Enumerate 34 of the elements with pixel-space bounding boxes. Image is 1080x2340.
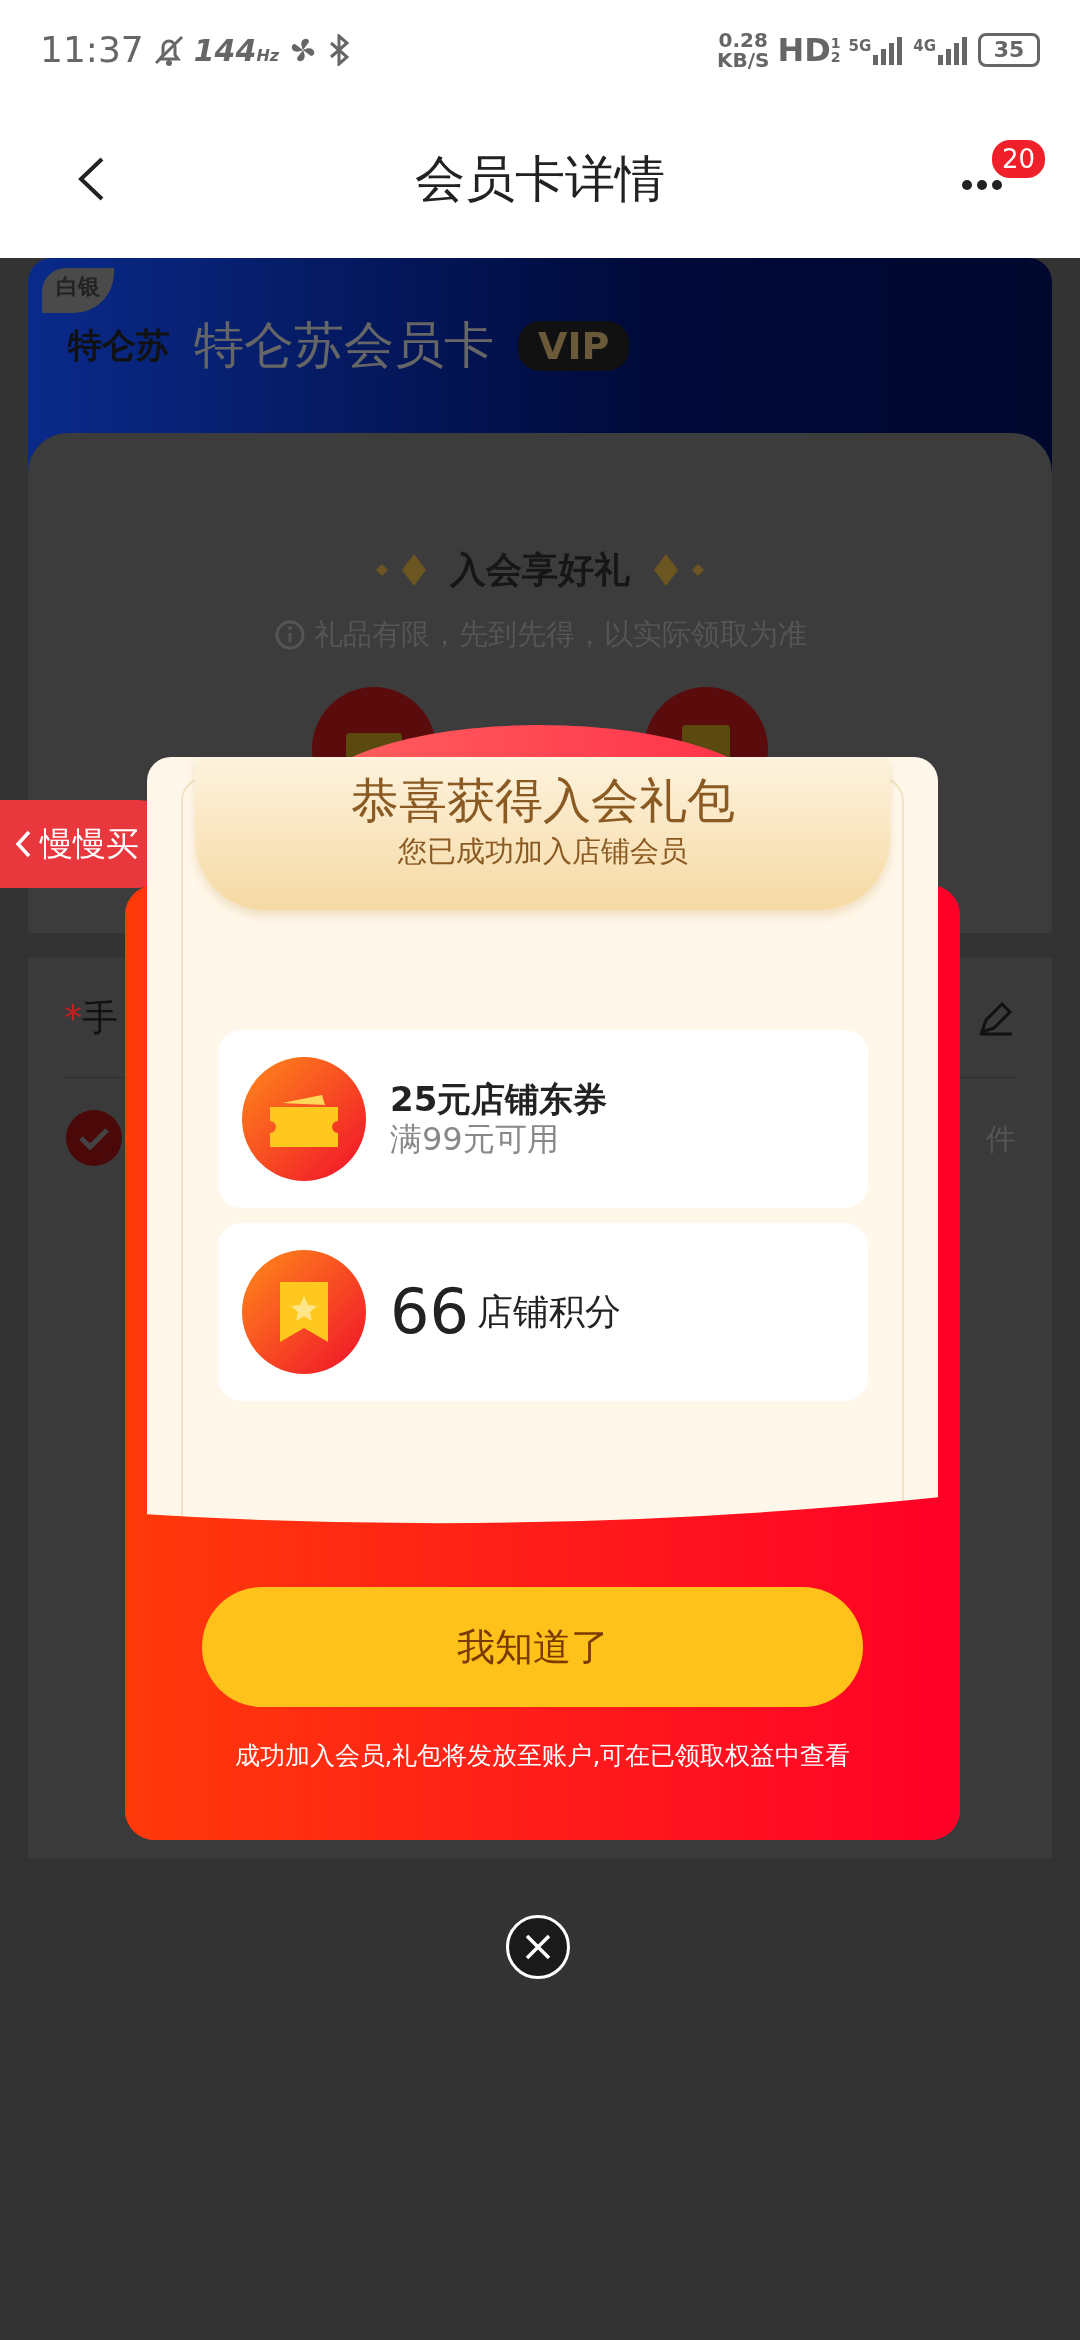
back-icon[interactable]: [76, 156, 106, 202]
points-unit: 店铺积分: [476, 1290, 621, 1334]
signal-icon: [936, 35, 970, 65]
hd-sub-text: 1: [830, 36, 841, 50]
points-amount: 66: [390, 1281, 469, 1343]
close-icon: [524, 1933, 552, 1961]
reward-title: 25元店铺东券: [390, 1079, 608, 1121]
page-title: 会员卡详情: [415, 148, 665, 210]
network-speed-unit: KB/S: [716, 50, 770, 70]
brand-logo: 特仑苏: [68, 324, 170, 367]
network-type-text: 5G: [848, 36, 872, 57]
close-button[interactable]: [506, 1915, 570, 1979]
required-mark: *: [64, 995, 82, 1040]
clock-time: 11:37: [40, 28, 144, 72]
network-type-text: 4G: [913, 36, 936, 57]
more-icon[interactable]: [962, 180, 1002, 190]
hd-text: HD: [777, 30, 831, 71]
hd-sub-text: 2: [830, 50, 841, 64]
notification-badge: 20: [990, 138, 1048, 180]
footer-note: 成功加入会员,礼包将发放至账户,可在已领取权益中查看: [233, 1740, 852, 1772]
card-title: 特仑苏会员卡: [194, 315, 494, 376]
reward-condition: 满99元可用: [390, 1120, 560, 1159]
network-speed-text: 0.28: [717, 30, 769, 50]
vip-badge: VIP: [518, 320, 630, 371]
dialog-title: 恭喜获得入会礼包: [349, 772, 736, 830]
ticket-icon: [242, 1057, 366, 1181]
info-icon: [273, 618, 306, 651]
chevron-left-icon: [14, 829, 32, 859]
checkbox-icon[interactable]: [64, 1108, 124, 1168]
confirm-button[interactable]: 我知道了: [202, 1587, 863, 1707]
battery-level-text: 35: [978, 33, 1040, 67]
refresh-rate-text: 144Hz: [193, 31, 280, 70]
bluetooth-icon: [327, 34, 352, 66]
dialog-subtitle: 您已成功加入店铺会员: [396, 832, 689, 870]
